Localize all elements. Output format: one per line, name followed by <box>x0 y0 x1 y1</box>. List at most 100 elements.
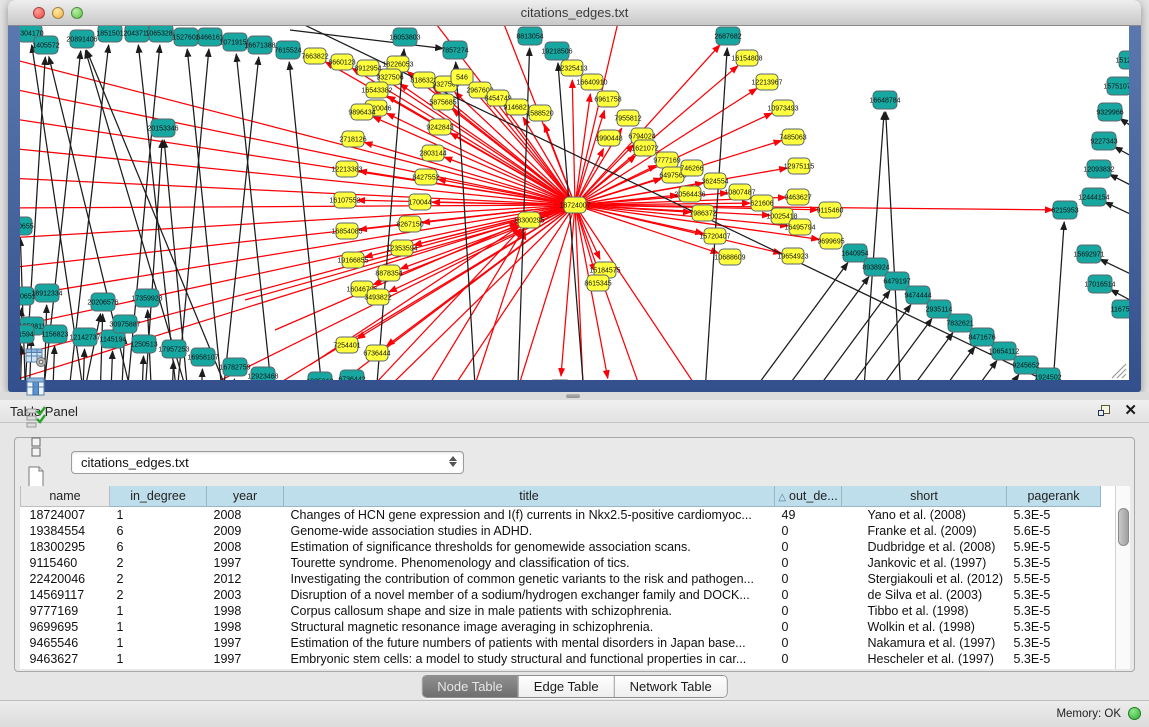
graph-node[interactable]: 621606 <box>750 195 773 211</box>
graph-node[interactable]: 20153346 <box>147 119 178 137</box>
table-cell[interactable]: 2 <box>110 555 207 571</box>
network-selector-dropdown[interactable]: citations_edges.txt <box>71 451 464 474</box>
graph-node[interactable]: 7955812 <box>614 110 641 126</box>
graph-node[interactable]: 19654923 <box>777 248 808 264</box>
graph-node[interactable]: 3493822 <box>364 289 391 305</box>
table-cell[interactable]: 2 <box>110 587 207 603</box>
graph-node[interactable]: 1621072 <box>631 140 658 156</box>
table-cell[interactable]: Franke et al. (2009) <box>842 523 1007 539</box>
scrollbar-thumb[interactable] <box>1118 508 1129 546</box>
graph-node[interactable]: 18912334 <box>31 284 62 302</box>
graph-node[interactable]: 2935114 <box>926 300 953 318</box>
graph-node[interactable]: 12142737 <box>69 328 100 346</box>
graph-node[interactable]: 7615524 <box>274 41 301 59</box>
column-header-out_de[interactable]: △out_de... <box>775 486 842 506</box>
tab-edge-table[interactable]: Edge Table <box>518 676 614 697</box>
graph-node[interactable]: 2718126 <box>339 131 366 147</box>
graph-node[interactable]: 8615345 <box>584 275 611 291</box>
table-cell[interactable]: 0 <box>775 523 842 539</box>
table-cell[interactable]: Disruption of a novel member of a sodium… <box>284 587 775 603</box>
table-row[interactable]: 1456911722003Disruption of a novel membe… <box>21 587 1101 603</box>
table-cell[interactable]: 22420046 <box>21 571 110 587</box>
memory-status-dot[interactable] <box>1128 707 1141 720</box>
table-cell[interactable]: 1 <box>110 619 207 635</box>
table-cell[interactable]: 9777169 <box>21 603 110 619</box>
table-cell[interactable]: 9699695 <box>21 619 110 635</box>
graph-node[interactable]: 9329966 <box>1096 103 1123 121</box>
graph-node[interactable]: 15122479 <box>1115 51 1129 69</box>
graph-node[interactable]: 17016514 <box>1084 275 1115 293</box>
graph-node[interactable]: 746266 <box>680 160 703 176</box>
table-cell[interactable]: 5.9E-5 <box>1007 539 1101 555</box>
table-cell[interactable]: Investigating the contribution of common… <box>284 571 775 587</box>
table-cell[interactable]: 5.3E-5 <box>1007 635 1101 651</box>
tab-node-table[interactable]: Node Table <box>422 676 518 697</box>
graph-node[interactable]: 9699695 <box>817 233 844 249</box>
zoom-window-button[interactable] <box>71 7 83 19</box>
select-columns-icon[interactable] <box>21 372 51 402</box>
table-settings-icon[interactable] <box>21 342 51 372</box>
table-cell[interactable]: Jankovic et al. (1997) <box>842 555 1007 571</box>
graph-node[interactable]: 8938924 <box>862 258 889 276</box>
graph-node[interactable]: 7663822 <box>301 48 328 64</box>
table-cell[interactable]: Tibbo et al. (1998) <box>842 603 1007 619</box>
graph-node[interactable]: 8267150 <box>396 216 423 232</box>
graph-node[interactable]: 1167533 <box>1111 300 1129 318</box>
table-cell[interactable]: 2012 <box>207 571 284 587</box>
table-row[interactable]: 911546021997Tourette syndrome. Phenomeno… <box>21 555 1101 571</box>
table-scrollbar[interactable] <box>1115 486 1130 669</box>
column-header-year[interactable]: year <box>207 486 284 506</box>
graph-node[interactable]: 8215953 <box>1051 201 1078 219</box>
select-rows-icon[interactable] <box>21 402 51 432</box>
graph-node[interactable]: 15720407 <box>699 228 730 244</box>
table-cell[interactable]: 1997 <box>207 555 284 571</box>
table-cell[interactable]: Tourette syndrome. Phenomenology and cla… <box>284 555 775 571</box>
table-cell[interactable]: Embryonic stem cells: a model to study s… <box>284 651 775 667</box>
graph-node[interactable]: 6961758 <box>594 91 621 107</box>
graph-node[interactable]: 6736444 <box>363 345 390 361</box>
graph-node[interactable]: 1924502 <box>1034 368 1061 380</box>
graph-node[interactable]: 8878354 <box>375 265 402 281</box>
table-cell[interactable]: 5.3E-5 <box>1007 587 1101 603</box>
table-cell[interactable]: Corpus callosum shape and size in male p… <box>284 603 775 619</box>
table-cell[interactable]: 9463627 <box>21 651 110 667</box>
divider-handle-icon[interactable] <box>566 394 580 398</box>
graph-node[interactable]: 2803144 <box>419 145 446 161</box>
graph-node[interactable]: 20206576 <box>87 293 118 311</box>
table-cell[interactable]: 14569117 <box>21 587 110 603</box>
merge-rows-icon[interactable] <box>21 432 51 462</box>
graph-node[interactable]: 12093832 <box>1083 160 1114 178</box>
table-cell[interactable]: 0 <box>775 603 842 619</box>
table-cell[interactable]: 0 <box>775 635 842 651</box>
graph-node[interactable]: 9896434 <box>348 104 375 120</box>
graph-node[interactable]: 15751074 <box>1103 77 1129 95</box>
graph-node[interactable]: 19218506 <box>541 42 572 60</box>
window-resize-handle[interactable] <box>1112 364 1126 378</box>
table-cell[interactable]: Yano et al. (2008) <box>842 506 1007 523</box>
panel-divider[interactable] <box>0 392 1149 400</box>
close-panel-icon[interactable]: ✕ <box>1124 403 1137 419</box>
table-cell[interactable]: 0 <box>775 539 842 555</box>
close-window-button[interactable] <box>33 7 45 19</box>
table-cell[interactable]: 2 <box>110 571 207 587</box>
table-cell[interactable]: Stergiakouli et al. (2012) <box>842 571 1007 587</box>
graph-node[interactable]: 12923468 <box>247 367 278 380</box>
table-cell[interactable]: 6 <box>110 523 207 539</box>
graph-node[interactable]: 1990448 <box>595 130 622 146</box>
graph-node[interactable]: 9115460 <box>817 202 844 218</box>
graph-node[interactable]: 7832621 <box>946 314 973 332</box>
graph-node[interactable]: 17957253 <box>158 340 189 358</box>
table-cell[interactable]: Genome-wide association studies in ADHD. <box>284 523 775 539</box>
table-cell[interactable]: 5.3E-5 <box>1007 651 1101 667</box>
graph-node[interactable]: 8813054 <box>516 27 543 45</box>
table-cell[interactable]: 5.3E-5 <box>1007 506 1101 523</box>
graph-node[interactable]: 10688609 <box>714 249 745 265</box>
graph-node[interactable]: 30975887 <box>109 315 140 333</box>
table-cell[interactable]: 1998 <box>207 619 284 635</box>
graph-node[interactable]: 7986372 <box>689 205 716 221</box>
table-row[interactable]: 946362711997Embryonic stem cells: a mode… <box>21 651 1101 667</box>
table-cell[interactable]: 5.6E-5 <box>1007 523 1101 539</box>
graph-node[interactable]: 8471676 <box>968 328 995 346</box>
graph-node[interactable]: 12353594 <box>386 240 417 256</box>
column-header-short[interactable]: short <box>842 486 1007 506</box>
